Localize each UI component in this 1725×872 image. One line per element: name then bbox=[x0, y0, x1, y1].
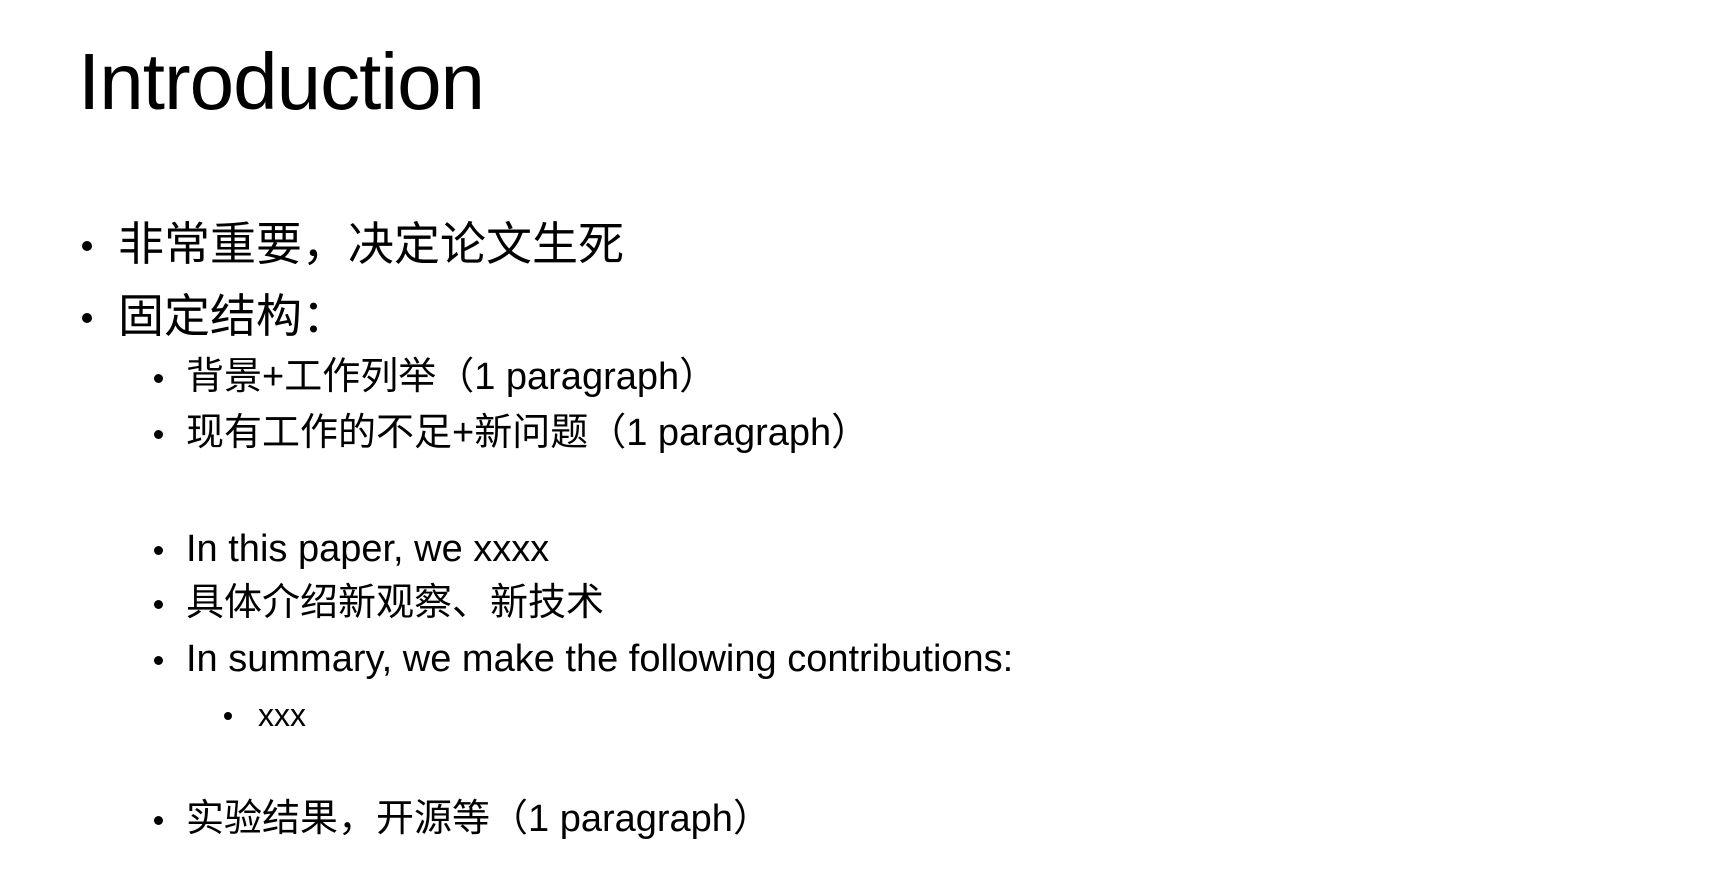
bullet-dot-icon bbox=[154, 816, 163, 825]
bullet-text: 固定结构： bbox=[118, 289, 348, 343]
bullet-text: 具体介绍新观察、新技术 bbox=[186, 582, 605, 624]
bullet-dot-icon bbox=[154, 430, 163, 439]
bullet-dot-icon bbox=[154, 656, 163, 665]
bullet-text: In this paper, we xxxx bbox=[186, 528, 550, 570]
bullet-dot-icon bbox=[224, 712, 232, 720]
bullet-text: 现有工作的不足+新问题（1 paragraph） bbox=[186, 412, 870, 454]
slide: Introduction 非常重要，决定论文生死 固定结构： 背景+工作列举（1… bbox=[0, 0, 1725, 872]
bullet-text: 背景+工作列举（1 paragraph） bbox=[186, 356, 718, 398]
bullet-text: In summary, we make the following contri… bbox=[186, 638, 1014, 680]
bullet-dot-icon bbox=[154, 546, 163, 555]
slide-title: Introduction bbox=[78, 37, 485, 126]
bullet-dot-icon bbox=[154, 374, 163, 383]
bullet-text: xxx bbox=[258, 697, 306, 733]
bullet-text: 实验结果，开源等（1 paragraph） bbox=[186, 798, 771, 840]
bullet-dot-icon bbox=[82, 241, 92, 251]
bullet-dot-icon bbox=[82, 313, 92, 323]
bullet-text: 非常重要，决定论文生死 bbox=[118, 217, 624, 271]
bullet-dot-icon bbox=[154, 600, 163, 609]
